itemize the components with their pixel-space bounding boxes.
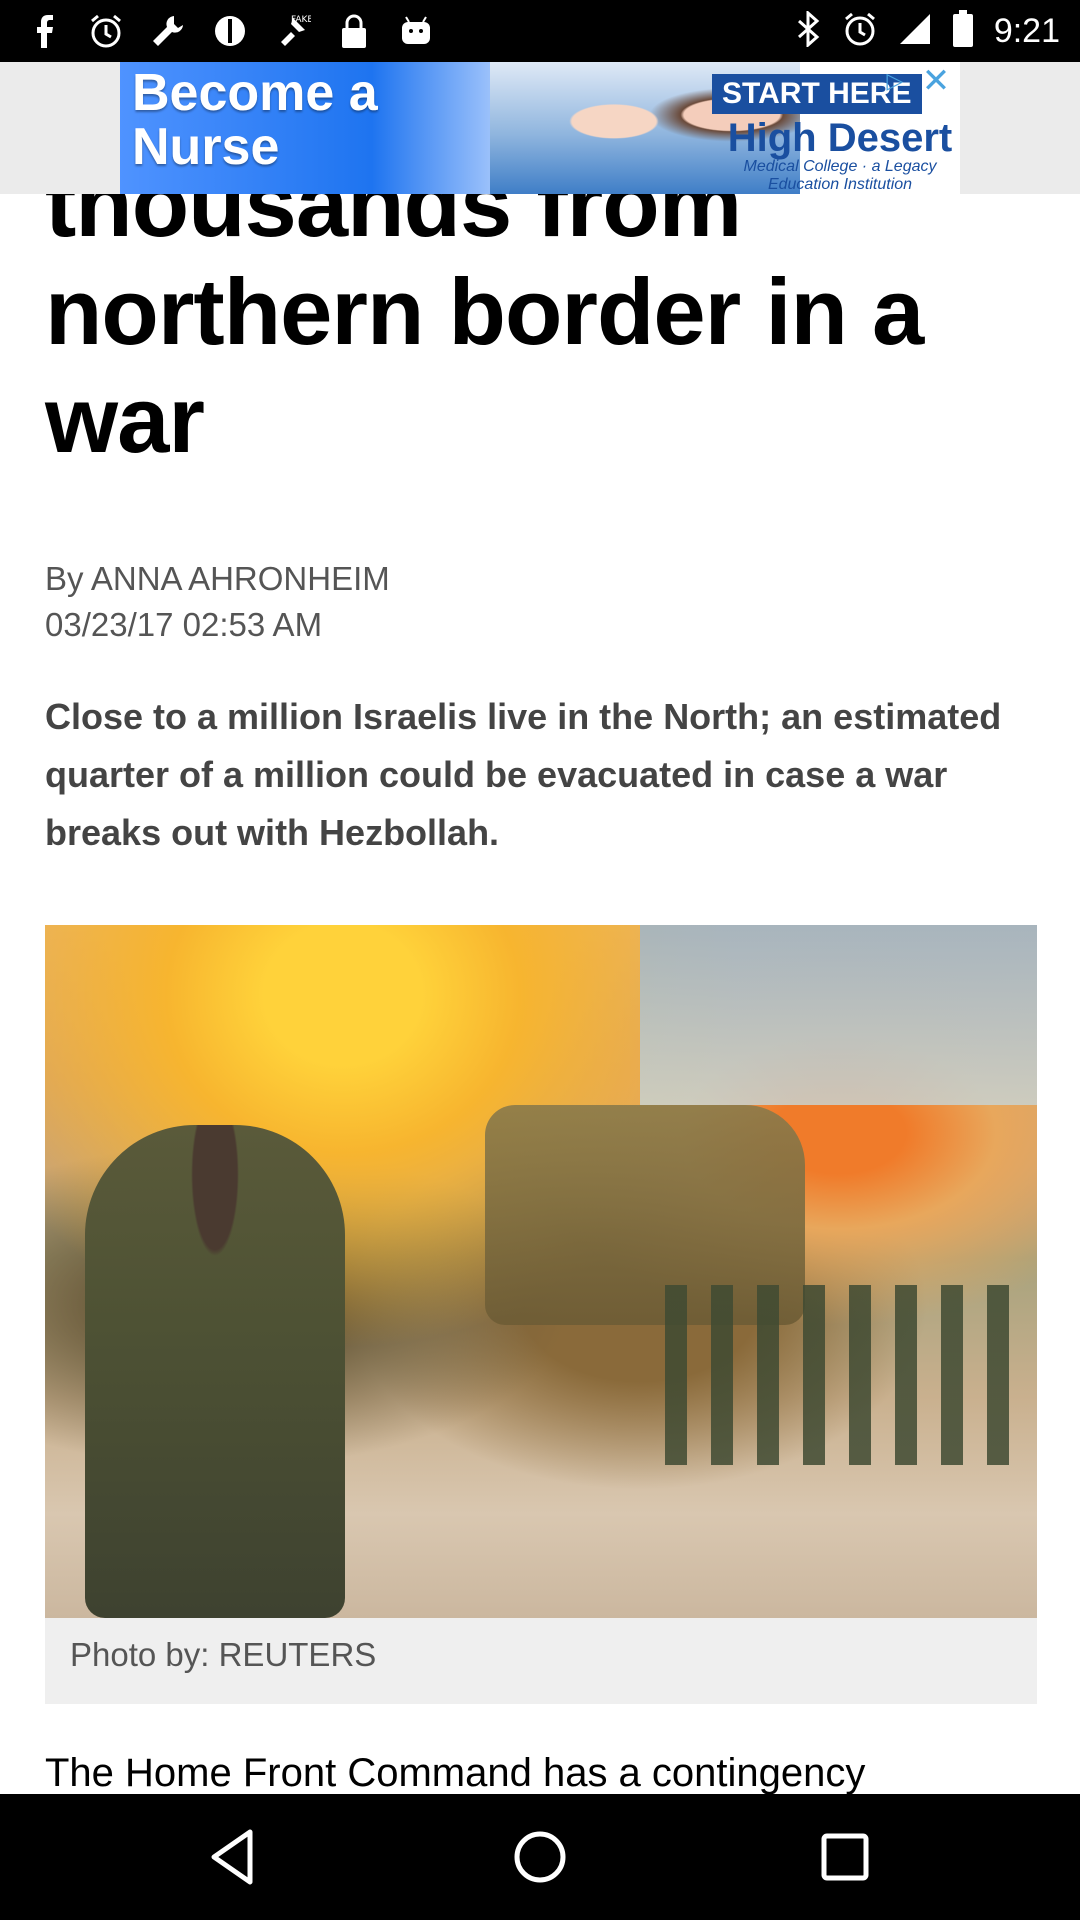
ad-headline: Become a Nurse bbox=[132, 64, 378, 176]
fake-gps-icon: FAKE bbox=[272, 11, 312, 51]
status-system-icons: 9:21 bbox=[796, 9, 1060, 53]
ad-brand-sub-text: Medical College bbox=[743, 158, 858, 175]
bluetooth-icon bbox=[796, 9, 822, 52]
ad-banner[interactable]: Become a Nurse START HERE High Desert Me… bbox=[120, 62, 960, 194]
photo-caption: Photo by: REUTERS bbox=[45, 1618, 1037, 1704]
svg-text:FAKE: FAKE bbox=[291, 15, 311, 25]
navigation-bar bbox=[0, 1794, 1080, 1920]
article-photo[interactable] bbox=[45, 925, 1037, 1618]
ad-banner-container: Become a Nurse START HERE High Desert Me… bbox=[0, 62, 1080, 194]
status-time: 9:21 bbox=[993, 11, 1060, 50]
facebook-icon bbox=[24, 11, 64, 51]
ad-brand-subtitle: Medical College · a Legacy Education Ins… bbox=[743, 158, 937, 193]
article-headline: thousands from northern border in a war bbox=[45, 194, 924, 472]
photo-caption-text: Photo by: REUTERS bbox=[70, 1636, 377, 1673]
battery-icon bbox=[952, 9, 974, 53]
ad-brand: High Desert bbox=[727, 116, 953, 160]
article-content: thousands from northern border in a war … bbox=[0, 194, 1080, 1794]
article-body-text: The Home Front Command has a contingency bbox=[45, 1751, 866, 1794]
signal-icon bbox=[898, 12, 932, 51]
photo-shells bbox=[665, 1285, 1025, 1465]
alarm-icon bbox=[86, 11, 126, 51]
circle-slash-icon bbox=[210, 11, 250, 51]
article-date: 03/23/17 02:53 AM bbox=[45, 606, 323, 643]
wrench-icon bbox=[148, 11, 188, 51]
home-icon[interactable] bbox=[505, 1822, 575, 1892]
alarm-icon bbox=[842, 11, 878, 52]
lock-icon bbox=[334, 11, 374, 51]
ad-close-icon[interactable]: ✕ bbox=[918, 64, 954, 100]
status-bar: FAKE 9:21 bbox=[0, 0, 1080, 62]
ad-choices-icon[interactable]: ▷ bbox=[880, 66, 910, 96]
android-icon bbox=[396, 11, 436, 51]
status-notification-icons: FAKE bbox=[24, 10, 436, 52]
back-icon[interactable] bbox=[200, 1822, 270, 1892]
article-byline: By ANNA AHRONHEIM bbox=[45, 560, 390, 597]
article-summary: Close to a million Israelis live in the … bbox=[45, 696, 1002, 853]
photo-soldier bbox=[85, 1125, 345, 1618]
recents-icon[interactable] bbox=[810, 1822, 880, 1892]
photo-sky bbox=[640, 925, 1037, 1106]
